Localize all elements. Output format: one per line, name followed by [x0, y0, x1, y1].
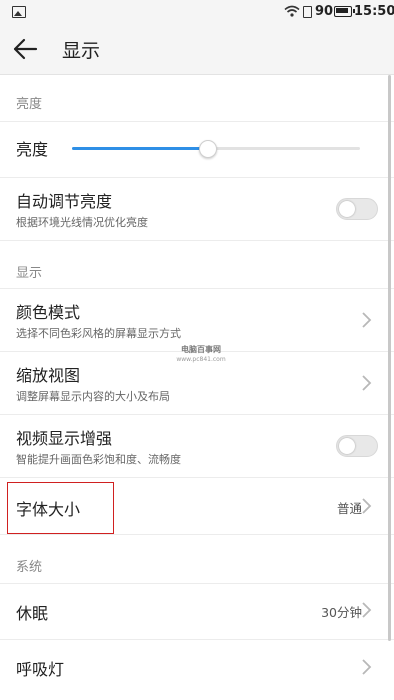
auto-brightness-subtitle: 根据环境光线情况优化亮度	[16, 216, 148, 229]
sleep-title: 休眠	[16, 604, 49, 623]
brightness-slider-fill	[72, 147, 208, 150]
zoom-view-subtitle: 调整屏幕显示内容的大小及布局	[16, 390, 170, 403]
divider	[0, 534, 394, 535]
sleep-value: 30分钟	[321, 605, 362, 620]
zoom-view-title: 缩放视图	[16, 366, 81, 385]
brightness-label: 亮度	[16, 140, 49, 159]
back-arrow-icon[interactable]	[12, 36, 38, 62]
video-enhance-title: 视频显示增强	[16, 429, 113, 448]
section-header-display: 显示	[16, 266, 43, 281]
battery-icon	[334, 6, 355, 17]
breath-light-row[interactable]: 呼吸灯	[0, 640, 394, 696]
chevron-right-icon	[362, 498, 372, 514]
brightness-slider[interactable]	[72, 140, 360, 158]
video-enhance-subtitle: 智能提升画面色彩饱和度、流畅度	[16, 453, 181, 466]
sleep-row[interactable]: 休眠 30分钟	[0, 584, 394, 639]
clock: 15:50	[354, 4, 394, 19]
watermark-line2: www.pc841.com	[176, 356, 226, 363]
color-mode-title: 颜色模式	[16, 303, 81, 322]
video-enhance-toggle[interactable]	[336, 435, 378, 457]
divider	[0, 240, 394, 241]
video-enhance-row[interactable]: 视频显示增强 智能提升画面色彩饱和度、流畅度	[0, 415, 394, 477]
scrollbar[interactable]	[388, 75, 391, 641]
page-title: 显示	[62, 40, 101, 62]
sim-card-icon	[303, 6, 312, 18]
battery-percent: 90	[315, 4, 334, 19]
wifi-icon	[284, 5, 300, 17]
color-mode-row[interactable]: 颜色模式 选择不同色彩风格的屏幕显示方式	[0, 289, 394, 351]
auto-brightness-title: 自动调节亮度	[16, 192, 113, 211]
watermark-line1: 电脑百事网	[181, 345, 221, 354]
auto-brightness-row[interactable]: 自动调节亮度 根据环境光线情况优化亮度	[0, 178, 394, 240]
color-mode-subtitle: 选择不同色彩风格的屏幕显示方式	[16, 327, 181, 340]
image-notification-icon	[12, 6, 26, 18]
watermark: 电脑百事网 www.pc841.com	[176, 345, 226, 365]
chevron-right-icon	[362, 312, 372, 328]
chevron-right-icon	[362, 659, 372, 675]
chevron-right-icon	[362, 602, 372, 618]
chevron-right-icon	[362, 375, 372, 391]
section-header-system: 系统	[16, 560, 43, 575]
highlight-box	[7, 482, 114, 534]
font-size-value: 普通	[336, 501, 362, 516]
app-bar: 显示	[0, 24, 394, 75]
auto-brightness-toggle[interactable]	[336, 198, 378, 220]
section-header-brightness: 亮度	[16, 97, 43, 112]
breath-light-title: 呼吸灯	[16, 660, 65, 679]
settings-list: 亮度 亮度 自动调节亮度 根据环境光线情况优化亮度 显示 颜色模式 选择不同色彩…	[0, 75, 394, 700]
status-bar: 90 15:50	[0, 0, 394, 24]
